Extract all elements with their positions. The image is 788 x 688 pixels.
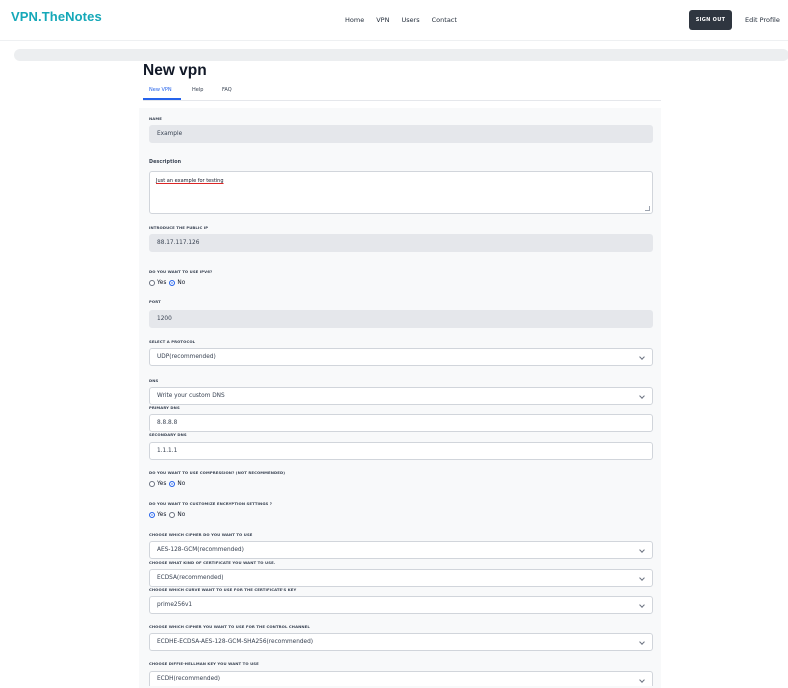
primary-dns-field[interactable]: 8.8.8.8 — [149, 414, 653, 432]
encryption-radio-group: Yes No — [149, 512, 185, 518]
encryption-yes-radio[interactable] — [149, 512, 155, 518]
name-label: NAME — [149, 116, 162, 121]
compression-radio-group: Yes No — [149, 481, 185, 487]
public-ip-field[interactable]: 88.17.117.126 — [149, 234, 653, 252]
curve-value: prime256v1 — [157, 602, 193, 608]
dns-value: Write your custom DNS — [157, 393, 225, 399]
nav-link-home[interactable]: Home — [345, 16, 364, 24]
description-label: Description — [149, 160, 182, 165]
chevron-down-icon — [639, 639, 645, 645]
tab-help[interactable]: Help — [192, 87, 203, 93]
nav-links: Home VPN Users Contact — [345, 16, 457, 24]
sign-out-button[interactable]: SIGN OUT — [689, 10, 732, 30]
encryption-label: DO YOU WANT TO CUSTOMIZE ENCRYPTION SETT… — [149, 501, 273, 506]
protocol-label: SELECT A PROTOCOL — [149, 339, 196, 344]
chevron-down-icon — [639, 354, 645, 360]
compression-label: DO YOU WANT TO USE COMPRESSION? (NOT REC… — [149, 470, 286, 475]
protocol-select[interactable]: UDP(recommended) — [149, 348, 653, 366]
compression-yes-label: Yes — [157, 481, 167, 487]
nav-link-contact[interactable]: Contact — [432, 16, 457, 24]
certificate-label: CHOOSE WHAT KIND OF CERTIFICATE YOU WANT… — [149, 560, 276, 565]
chevron-down-icon — [639, 547, 645, 553]
tab-bar: New VPN Help FAQ — [143, 85, 661, 101]
port-label: PORT — [149, 299, 161, 304]
dns-select[interactable]: Write your custom DNS — [149, 387, 653, 405]
page-title: New vpn — [143, 62, 207, 79]
ipv6-radio-group: Yes No — [149, 280, 185, 286]
edit-profile-link[interactable]: Edit Profile — [745, 16, 780, 24]
top-navbar: VPN.TheNotes Home VPN Users Contact SIGN… — [0, 0, 788, 41]
ipv6-no-radio[interactable] — [169, 280, 176, 286]
primary-dns-label: PRIMARY DNS — [149, 405, 180, 410]
control-cipher-value: ECDHE-ECDSA-AES-128-GCM-SHA256(recommend… — [157, 639, 314, 645]
cipher-label: CHOOSE WHICH CIPHER DO YOU WANT TO USE — [149, 532, 253, 537]
tab-new-vpn[interactable]: New VPN — [149, 87, 172, 93]
control-cipher-select[interactable]: ECDHE-ECDSA-AES-128-GCM-SHA256(recommend… — [149, 633, 653, 651]
protocol-value: UDP(recommended) — [157, 354, 216, 360]
chevron-down-icon — [639, 575, 645, 581]
compression-no-radio[interactable] — [169, 481, 176, 487]
control-cipher-label: CHOOSE WHICH CIPHER YOU WANT TO USE FOR … — [149, 624, 310, 629]
dh-key-select[interactable]: ECDH(recommended) — [149, 671, 653, 686]
nav-link-vpn[interactable]: VPN — [376, 16, 389, 24]
dh-key-value: ECDH(recommended) — [157, 676, 221, 682]
cipher-value: AES-128-GCM(recommended) — [157, 547, 244, 553]
compression-yes-radio[interactable] — [149, 481, 155, 487]
ipv6-label: DO YOU WANT TO USE IPV6? — [149, 269, 213, 274]
certificate-select[interactable]: ECDSA(recommended) — [149, 569, 653, 587]
dh-key-label: CHOOSE DIFFIE-HELLMAN KEY YOU WANT TO US… — [149, 661, 259, 666]
cipher-select[interactable]: AES-128-GCM(recommended) — [149, 541, 653, 559]
port-field[interactable]: 1200 — [149, 310, 653, 328]
tab-faq[interactable]: FAQ — [222, 87, 232, 93]
secondary-dns-label: SECONDARY DNS — [149, 432, 187, 437]
resize-handle-icon[interactable] — [645, 206, 650, 211]
name-field[interactable]: Example — [149, 125, 653, 143]
active-tab-indicator — [143, 98, 181, 100]
chevron-down-icon — [639, 602, 645, 608]
nav-link-users[interactable]: Users — [401, 16, 419, 24]
ipv6-yes-radio[interactable] — [149, 280, 155, 286]
public-ip-label: INTRODUCE THE PUBLIC IP — [149, 225, 209, 230]
brand-logo[interactable]: VPN.TheNotes — [11, 9, 102, 24]
encryption-no-radio[interactable] — [169, 512, 176, 518]
encryption-yes-label: Yes — [157, 512, 167, 518]
secondary-dns-field[interactable]: 1.1.1.1 — [149, 442, 653, 460]
dns-label: DNS — [149, 378, 159, 383]
encryption-no-label: No — [177, 512, 186, 518]
compression-no-label: No — [177, 481, 186, 487]
certificate-value: ECDSA(recommended) — [157, 575, 224, 581]
chevron-down-icon — [639, 677, 645, 683]
progress-bar — [14, 49, 788, 61]
chevron-down-icon — [639, 393, 645, 399]
description-text: Just an example for testing — [156, 178, 224, 184]
description-textarea[interactable]: Just an example for testing — [149, 171, 653, 214]
curve-label: CHOOSE WHICH CURVE WANT TO USE FOR THE C… — [149, 587, 297, 592]
ipv6-yes-label: Yes — [157, 280, 167, 286]
ipv6-no-label: No — [177, 280, 186, 286]
curve-select[interactable]: prime256v1 — [149, 596, 653, 614]
